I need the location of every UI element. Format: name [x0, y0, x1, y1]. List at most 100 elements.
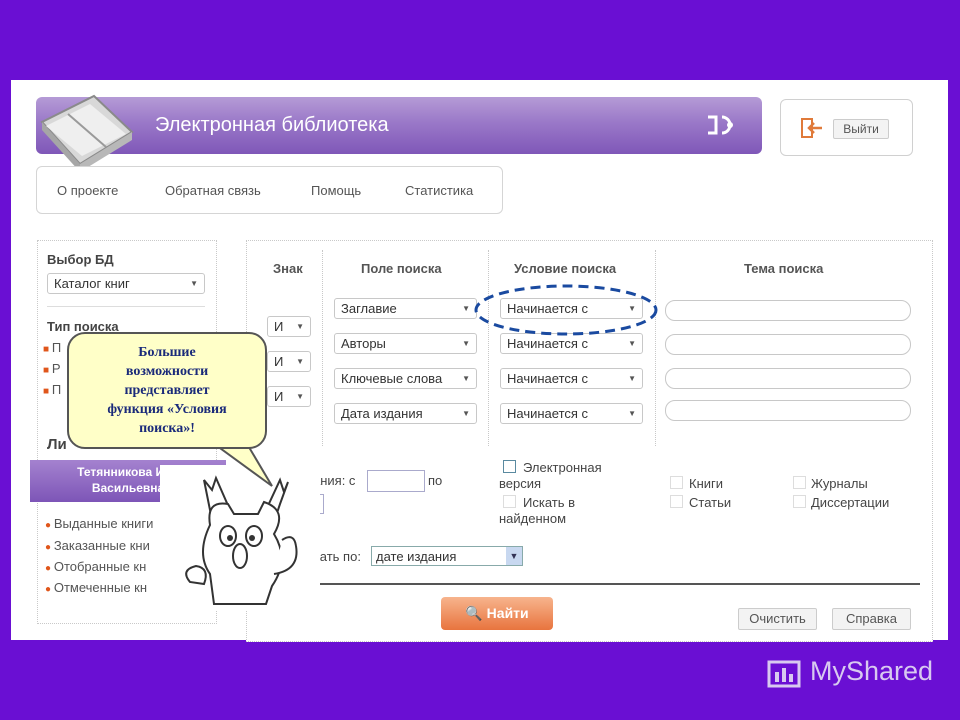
topic-input[interactable]: [665, 368, 911, 389]
field-value: Ключевые слова: [341, 371, 443, 386]
header-title: Электронная библиотека: [155, 114, 389, 136]
field-select[interactable]: Ключевые слова ▼: [334, 368, 477, 389]
bullet-icon: ■: [43, 386, 52, 397]
search-type-label: П: [51, 382, 62, 397]
nav-help[interactable]: Помощь: [311, 183, 361, 198]
field-select[interactable]: Дата издания ▼: [334, 403, 477, 424]
chevron-down-icon: ▼: [462, 374, 470, 383]
year-from-input[interactable]: [367, 470, 425, 492]
sidebar-link-label: Отобранные кн: [53, 559, 147, 574]
chevron-down-icon: ▼: [296, 392, 304, 401]
search-type-item[interactable]: ■ П: [43, 340, 61, 355]
logout-button[interactable]: Выйти: [833, 119, 889, 139]
journals-label: Журналы: [811, 476, 868, 491]
bullet-icon: ■: [43, 344, 52, 355]
condition-value: Начинается с: [507, 406, 589, 421]
book-icon: [40, 94, 134, 172]
divider: [258, 583, 920, 585]
db-select-value: Каталог книг: [54, 276, 130, 291]
field-value: Дата издания: [341, 406, 423, 421]
condition-select[interactable]: Начинается с ▼: [500, 403, 643, 424]
search-type-item[interactable]: ■ П: [43, 382, 61, 397]
search-in-found-label: Искать в: [523, 495, 576, 510]
chevron-down-icon: ▼: [190, 279, 198, 288]
dissertations-label: Диссертации: [811, 495, 890, 510]
topic-input[interactable]: [665, 400, 911, 421]
chevron-down-icon: ▼: [462, 409, 470, 418]
column-header-condition: Условие поиска: [514, 261, 617, 276]
sidebar-link[interactable]: ● Отобранные кн: [45, 559, 146, 574]
sort-select[interactable]: дате издания ▼: [371, 546, 523, 566]
field-select[interactable]: Заглавие ▼: [334, 298, 477, 319]
exit-icon[interactable]: [800, 117, 824, 139]
chevron-down-icon: ▼: [296, 357, 304, 366]
cat-illustration: [185, 475, 298, 605]
callout-text: Большие возможности представляет функция…: [75, 343, 259, 438]
search-type-label: П: [51, 340, 62, 355]
journals-checkbox[interactable]: [793, 476, 806, 489]
dissertations-checkbox[interactable]: [793, 495, 806, 508]
callout-line: представляет: [124, 383, 210, 398]
electronic-label: Электронная: [523, 460, 602, 475]
myshared-logo-icon: [767, 660, 801, 688]
chevron-down-icon: ▼: [506, 547, 522, 565]
sidebar-link-label: Заказанные кни: [53, 538, 150, 553]
sort-label: вать по:: [313, 549, 361, 564]
personal-heading: Ли: [47, 436, 67, 453]
search-in-found-checkbox[interactable]: [503, 495, 516, 508]
header-banner: [36, 97, 762, 154]
field-value: Заглавие: [341, 301, 397, 316]
field-select[interactable]: Авторы ▼: [334, 333, 477, 354]
column-header-sign: Знак: [273, 261, 303, 276]
sign-select[interactable]: И ▼: [267, 351, 311, 372]
column-divider: [488, 250, 489, 446]
db-heading: Выбор БД: [47, 252, 114, 267]
db-select[interactable]: Каталог книг ▼: [47, 273, 205, 294]
sidebar-link[interactable]: ● Отмеченные кн: [45, 580, 147, 595]
sidebar-link[interactable]: ● Выданные книги: [45, 516, 153, 531]
chevron-down-icon: ▼: [628, 409, 636, 418]
bullet-icon: ●: [45, 542, 54, 553]
search-in-found-label: найденном: [499, 511, 567, 526]
help-button[interactable]: Справка: [832, 608, 911, 630]
nav-feedback[interactable]: Обратная связь: [165, 183, 261, 198]
topic-input[interactable]: [665, 334, 911, 355]
books-checkbox[interactable]: [670, 476, 683, 489]
find-button-label: Найти: [486, 605, 529, 621]
articles-label: Статьи: [689, 495, 732, 510]
nav-statistics[interactable]: Статистика: [405, 183, 473, 198]
topic-input[interactable]: [665, 300, 911, 321]
search-type-label: Р: [51, 361, 61, 376]
electronic-label: версия: [499, 476, 542, 491]
clear-button[interactable]: Очистить: [738, 608, 817, 630]
search-type-item[interactable]: ■ Р: [43, 361, 61, 376]
sidebar-link-label: Отмеченные кн: [53, 580, 148, 595]
column-divider: [322, 250, 323, 446]
column-divider: [655, 250, 656, 446]
field-value: Авторы: [341, 336, 386, 351]
sign-value: И: [274, 319, 284, 334]
find-button[interactable]: 🔍 Найти: [441, 597, 553, 630]
sign-select[interactable]: И ▼: [267, 316, 311, 337]
callout-line: возможности: [125, 364, 209, 379]
chevron-down-icon: ▼: [296, 322, 304, 331]
sign-value: И: [274, 354, 284, 369]
sign-select[interactable]: И ▼: [267, 386, 311, 407]
nav-about[interactable]: О проекте: [57, 183, 118, 198]
sign-value: И: [274, 389, 284, 404]
callout-line: Большие: [138, 345, 196, 360]
condition-highlight-ellipse: [474, 284, 658, 336]
search-icon: 🔍: [465, 605, 483, 621]
bullet-icon: ■: [43, 365, 52, 376]
bullet-icon: ●: [45, 520, 54, 531]
sort-value: дате издания: [376, 549, 457, 564]
electronic-checkbox[interactable]: [503, 460, 516, 473]
condition-select[interactable]: Начинается с ▼: [500, 368, 643, 389]
chevron-down-icon: ▼: [462, 304, 470, 313]
sidebar-link[interactable]: ● Заказанные кни: [45, 538, 150, 553]
sidebar-link-label: Выданные книги: [53, 516, 154, 531]
year-to-label: по: [428, 473, 443, 488]
watermark-text: MyShared: [810, 656, 934, 686]
chevron-down-icon: ▼: [628, 374, 636, 383]
articles-checkbox[interactable]: [670, 495, 683, 508]
